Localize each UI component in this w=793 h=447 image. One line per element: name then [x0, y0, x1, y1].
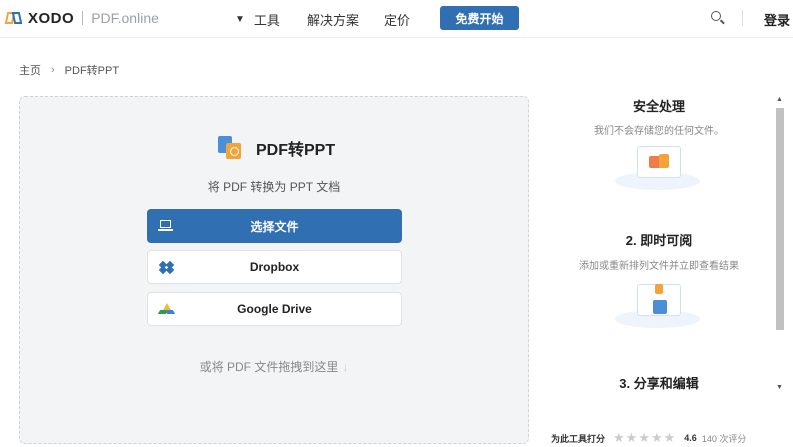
logo-subtext: PDF.online — [91, 10, 159, 26]
login-link[interactable]: 登录 — [764, 0, 790, 38]
breadcrumb: 主页 › PDF转PPT — [19, 62, 119, 78]
google-drive-button[interactable]: Google Drive — [147, 292, 402, 326]
start-free-button[interactable]: 免费开始 — [440, 6, 519, 30]
breadcrumb-separator: › — [51, 64, 55, 76]
drag-hint-text: 或将 PDF 文件拖拽到这里 — [199, 360, 339, 374]
top-header: XODO PDF.online ▼ 工具 解决方案 定价 免费开始 登录 — [0, 0, 793, 38]
laptop-icon — [158, 219, 174, 233]
drag-hint: 或将 PDF 文件拖拽到这里 ↓ — [19, 358, 529, 375]
preview-illustration — [615, 280, 700, 328]
rating-count: 140 次评分 — [701, 433, 747, 444]
tool-title: PDF转PPT — [218, 136, 335, 160]
nav-solutions[interactable]: 解决方案 — [307, 0, 359, 38]
google-drive-icon — [157, 303, 176, 317]
feature-desc: 我们不会存储您的任何文件。 — [594, 126, 724, 137]
search-icon[interactable] — [710, 10, 726, 26]
header-divider — [742, 10, 743, 26]
rating-stars[interactable]: ★★★★★ — [613, 430, 676, 446]
select-file-button[interactable]: 选择文件 — [147, 209, 402, 243]
feature-title: 3. 分享和编辑 — [619, 376, 699, 391]
secure-illustration — [615, 142, 700, 190]
features-panel: 安全处理 我们不会存储您的任何文件。 2. 即时可阅 添加或重新排列文件并立即查… — [545, 90, 773, 447]
tool-title-text: PDF转PPT — [256, 142, 336, 159]
rating-bar: 为此工具打分 ★★★★★ 4.6 140 次评分 — [551, 430, 771, 446]
pdf-to-ppt-icon — [218, 136, 242, 160]
down-arrow-icon: ↓ — [342, 360, 349, 374]
feature-title: 2. 即时可阅 — [625, 233, 693, 248]
breadcrumb-home[interactable]: 主页 — [19, 62, 41, 78]
breadcrumb-current: PDF转PPT — [64, 65, 120, 77]
nav-tools-menu[interactable]: ▼ 工具 — [235, 0, 280, 38]
chevron-down-icon: ▼ — [235, 13, 245, 25]
dropbox-button[interactable]: Dropbox — [147, 250, 402, 284]
scroll-down-icon[interactable]: ▼ — [776, 384, 783, 391]
xodo-logo-icon — [4, 10, 24, 26]
nav-tools-label: 工具 — [253, 12, 280, 28]
rating-label: 为此工具打分 — [551, 433, 606, 444]
rating-score: 4.6 — [684, 433, 697, 443]
scrollbar-thumb[interactable] — [776, 108, 784, 330]
nav-pricing[interactable]: 定价 — [384, 0, 410, 38]
google-drive-label: Google Drive — [237, 302, 312, 316]
scrollbar[interactable]: ▲ ▼ — [774, 96, 786, 398]
tool-subtitle: 将 PDF 转换为 PPT 文档 — [207, 180, 341, 194]
logo-text: XODO — [28, 9, 75, 27]
dropbox-label: Dropbox — [249, 260, 300, 274]
logo-divider — [82, 11, 84, 25]
select-file-label: 选择文件 — [250, 219, 299, 234]
feature-title: 安全处理 — [632, 99, 685, 114]
dropbox-icon — [158, 260, 175, 275]
scroll-up-icon[interactable]: ▲ — [776, 96, 783, 103]
xodo-logo[interactable]: XODO PDF.online — [4, 8, 159, 28]
feature-desc: 添加或重新排列文件并立即查看结果 — [579, 261, 739, 272]
